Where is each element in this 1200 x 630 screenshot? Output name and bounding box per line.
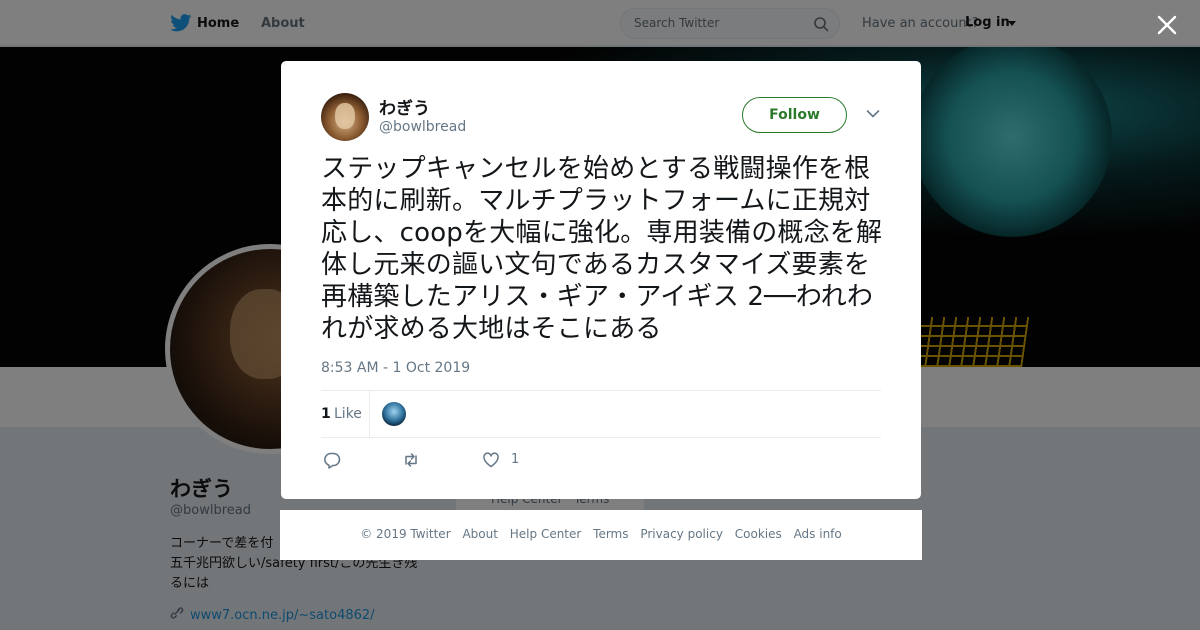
footer-privacy-link[interactable]: Privacy policy bbox=[640, 527, 723, 541]
like-action-count: 1 bbox=[511, 452, 520, 467]
likes-count[interactable]: 1 bbox=[321, 406, 331, 422]
liker-avatar[interactable] bbox=[382, 402, 406, 426]
footer-ads-link[interactable]: Ads info bbox=[794, 527, 842, 541]
likes-label[interactable]: Like bbox=[334, 406, 362, 422]
footer-terms-link[interactable]: Terms bbox=[593, 527, 628, 541]
stats-divider bbox=[369, 391, 370, 437]
footer-help-link[interactable]: Help Center bbox=[510, 527, 582, 541]
tweet-actions: 1 bbox=[321, 449, 621, 473]
tweet-modal: わぎう @bowlbread Follow ステップキャンセルを始めとする戦闘操… bbox=[281, 61, 921, 499]
chevron-down-icon[interactable] bbox=[866, 109, 880, 119]
footer-about-link[interactable]: About bbox=[462, 527, 497, 541]
footer-cookies-link[interactable]: Cookies bbox=[735, 527, 782, 541]
follow-button[interactable]: Follow bbox=[742, 97, 847, 133]
heart-icon[interactable] bbox=[482, 451, 500, 469]
modal-footer: © 2019 Twitter About Help Center Terms P… bbox=[280, 510, 922, 560]
retweet-icon[interactable] bbox=[402, 451, 420, 469]
footer-copyright: © 2019 Twitter bbox=[360, 527, 451, 541]
author-name[interactable]: わぎう bbox=[379, 94, 430, 119]
tweet-text: ステップキャンセルを始めとする戦闘操作を根本的に刷新。マルチプラットフォームに正… bbox=[321, 154, 883, 344]
tweet-stats: 1 Like bbox=[321, 390, 881, 438]
tweet-timestamp[interactable]: 8:53 AM - 1 Oct 2019 bbox=[321, 360, 470, 376]
reply-icon[interactable] bbox=[323, 451, 341, 469]
author-handle[interactable]: @bowlbread bbox=[379, 119, 466, 135]
close-icon[interactable] bbox=[1156, 14, 1178, 36]
author-avatar[interactable] bbox=[321, 93, 369, 141]
footer-links: © 2019 Twitter About Help Center Terms P… bbox=[280, 527, 922, 541]
